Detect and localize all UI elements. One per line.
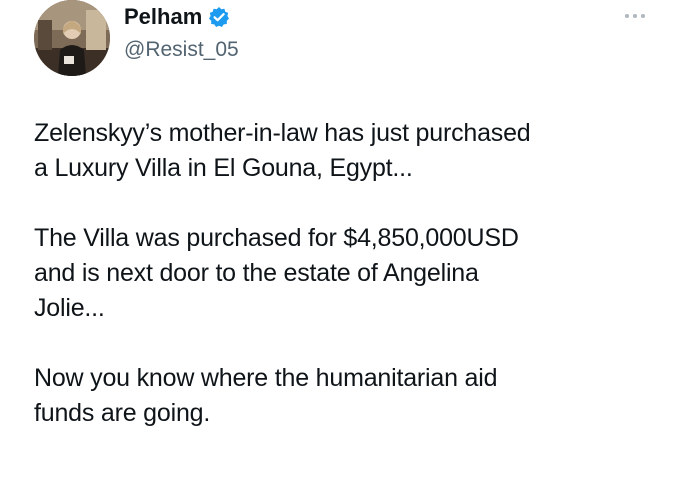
verified-badge-icon (208, 6, 230, 28)
more-horizontal-icon (625, 14, 645, 18)
tweet-card: Pelham @Resist_05 Zelenskyy’s mother-in-… (0, 0, 680, 499)
tweet-paragraph: Now you know where the humanitarian aid … (34, 364, 498, 427)
display-name[interactable]: Pelham (124, 2, 202, 32)
profile-photo-icon (34, 0, 110, 76)
author-name-row: Pelham (124, 2, 230, 32)
tweet-text: Zelenskyy’s mother-in-law has just purch… (34, 116, 654, 431)
avatar[interactable] (34, 0, 110, 76)
tweet-paragraph: The Villa was purchased for $4,850,000US… (34, 224, 519, 322)
more-options-button[interactable] (622, 6, 648, 26)
author-handle[interactable]: @Resist_05 (124, 36, 239, 64)
tweet-paragraph: Zelenskyy’s mother-in-law has just purch… (34, 119, 531, 182)
